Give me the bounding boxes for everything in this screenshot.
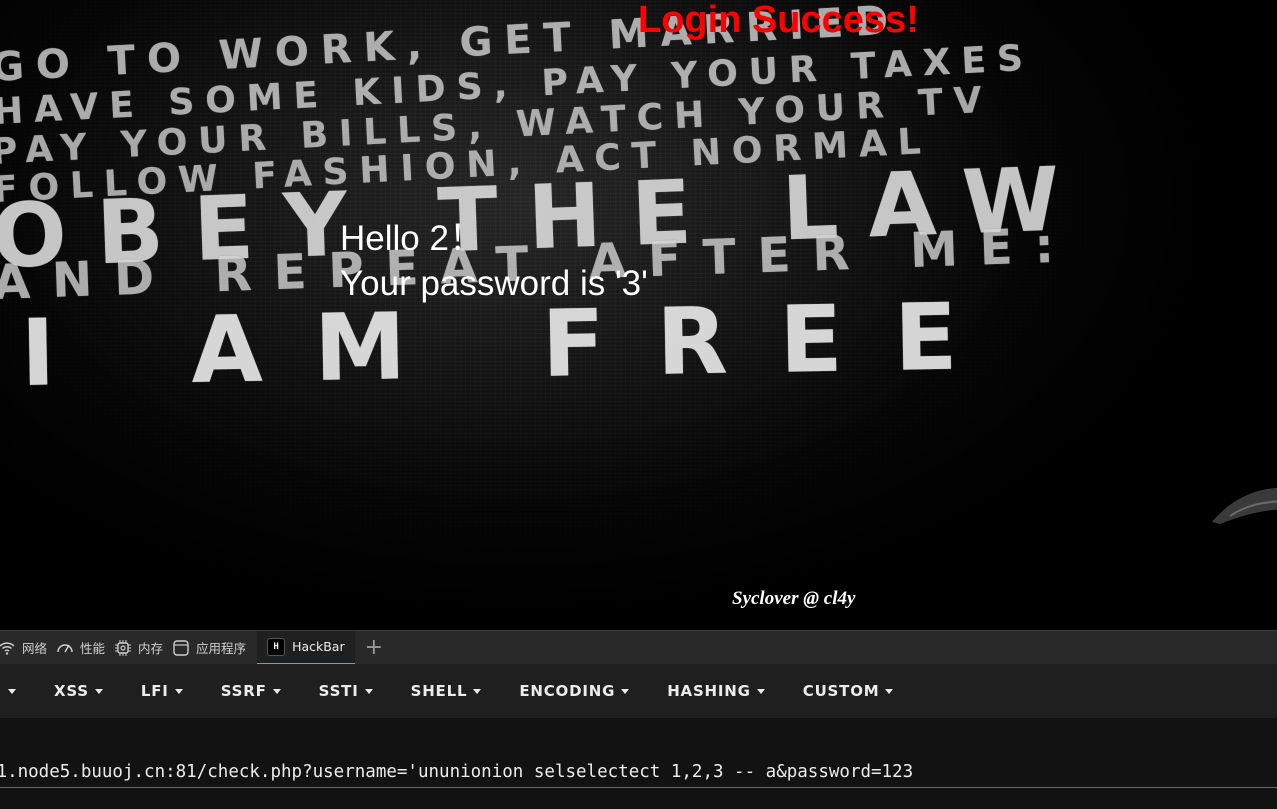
menu-label: SSTI <box>318 682 359 700</box>
chevron-down-icon <box>272 688 281 694</box>
hackbar-menu-lfi[interactable]: LFI <box>141 682 183 700</box>
greeting-block: Hello 2！ Your password is '3' <box>340 216 648 306</box>
greeting-hello-text: Hello 2！ <box>340 219 484 258</box>
chevron-down-icon <box>8 688 16 694</box>
author-signature: Syclover @ cl4y <box>732 588 856 609</box>
tab-label: 性能 <box>80 641 106 656</box>
hackbar-logo-icon: H <box>267 637 286 656</box>
menu-label: HASHING <box>667 682 751 700</box>
url-input[interactable]: 81.node5.buuoj.cn:81/check.php?username=… <box>0 756 1277 788</box>
tab-application[interactable]: 应用程序 <box>172 631 255 665</box>
menu-label: CUSTOM <box>802 682 880 700</box>
hackbar-menu-ssti[interactable]: SSTI <box>319 682 373 700</box>
wifi-icon <box>0 639 16 657</box>
chevron-down-icon <box>756 688 765 694</box>
hackbar-menu-hashing[interactable]: HASHING <box>667 682 765 700</box>
menu-label: SHELL <box>410 682 468 700</box>
chevron-down-icon <box>174 688 183 694</box>
page-viewport: GO TO WORK, GET MARRIED HAVE SOME KIDS, … <box>0 0 1277 630</box>
chip-icon <box>114 639 132 657</box>
tab-memory[interactable]: 内存 <box>114 631 172 665</box>
devtools-tab-bar: 网络 性能 内存 应用程序 H HackBar + <box>0 630 1277 665</box>
chevron-down-icon <box>94 688 103 694</box>
bird-silhouette-icon <box>1212 488 1277 524</box>
menu-label: XSS <box>54 682 89 700</box>
chevron-down-icon <box>473 688 482 694</box>
add-tab-button[interactable]: + <box>365 636 383 659</box>
menu-label: SSRF <box>220 682 267 700</box>
tab-hackbar[interactable]: H HackBar <box>257 630 355 665</box>
chevron-down-icon <box>364 688 373 694</box>
tab-performance[interactable]: 性能 <box>56 631 114 665</box>
tab-label: 网络 <box>22 641 48 656</box>
hackbar-menu-bar: XSS LFI SSRF SSTI SHELL ENCODING HASHING… <box>0 664 1277 718</box>
menu-label: LFI <box>140 682 169 700</box>
password-reveal-text: Your password is '3' <box>340 264 648 303</box>
login-success-title: Login Success! <box>638 0 919 41</box>
hackbar-menu-truncated[interactable] <box>2 688 16 694</box>
tab-label: 应用程序 <box>196 641 247 656</box>
chevron-down-icon <box>885 688 894 694</box>
tab-label: HackBar <box>292 639 345 654</box>
hackbar-menu-encoding[interactable]: ENCODING <box>519 682 630 700</box>
hackbar-menu-ssrf[interactable]: SSRF <box>221 682 281 700</box>
chevron-down-icon <box>621 688 630 694</box>
tab-network[interactable]: 网络 <box>0 631 56 665</box>
hackbar-menu-shell[interactable]: SHELL <box>411 682 482 700</box>
hackbar-menu-custom[interactable]: CUSTOM <box>803 682 894 700</box>
window-icon <box>172 639 190 657</box>
hackbar-url-panel: 81.node5.buuoj.cn:81/check.php?username=… <box>0 718 1277 809</box>
tab-label: 内存 <box>138 641 164 656</box>
gauge-icon <box>56 639 74 657</box>
menu-label: ENCODING <box>519 682 616 700</box>
hackbar-menu-xss[interactable]: XSS <box>54 682 103 700</box>
